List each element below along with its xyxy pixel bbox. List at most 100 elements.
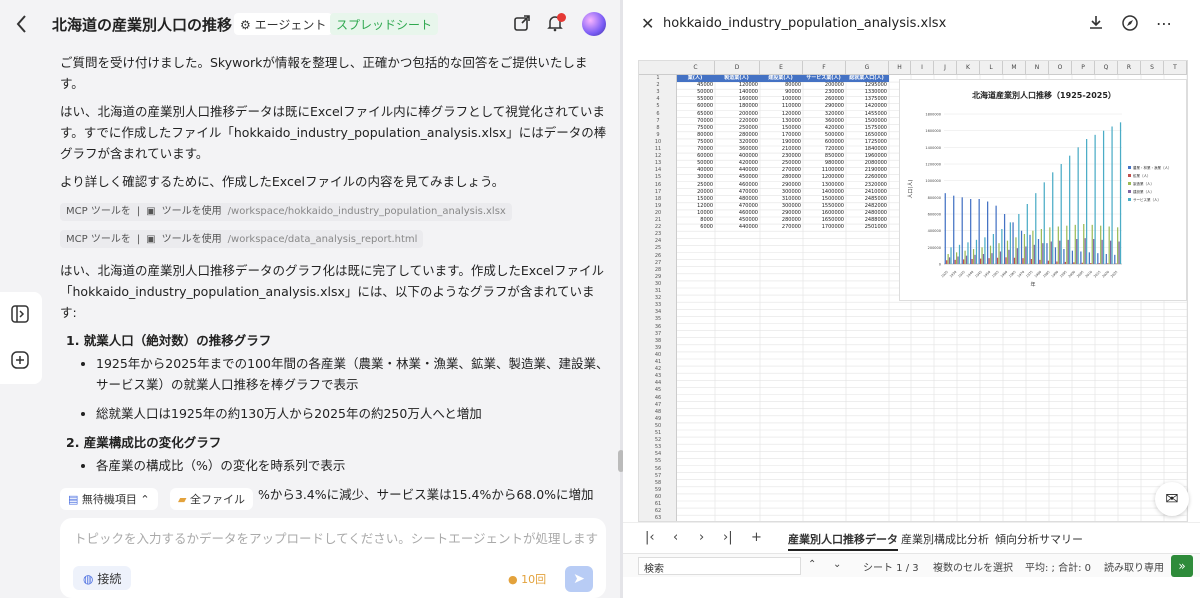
table-cell[interactable]: 200000 xyxy=(803,82,846,89)
panel-toggle-icon[interactable] xyxy=(10,304,30,324)
column-header[interactable]: D xyxy=(715,61,760,75)
table-cell[interactable]: 40000 xyxy=(677,167,715,174)
table-cell[interactable]: 1960000 xyxy=(846,153,889,160)
table-cell[interactable]: 500000 xyxy=(803,132,846,139)
table-cell[interactable]: 230000 xyxy=(760,153,803,160)
table-cell[interactable]: 120000 xyxy=(715,82,760,89)
table-cell[interactable]: 170000 xyxy=(760,132,803,139)
row-header[interactable]: 41 xyxy=(639,359,677,366)
table-cell[interactable]: 30000 xyxy=(677,174,715,181)
table-cell[interactable]: 65000 xyxy=(677,111,715,118)
table-cell[interactable]: 120000 xyxy=(760,111,803,118)
table-cell[interactable]: 290000 xyxy=(760,210,803,217)
column-header[interactable]: K xyxy=(957,61,980,75)
table-cell[interactable]: 270000 xyxy=(760,224,803,231)
table-cell[interactable]: 50000 xyxy=(677,89,715,96)
expand-button[interactable]: » xyxy=(1171,555,1193,577)
table-cell[interactable]: 210000 xyxy=(760,146,803,153)
row-header[interactable]: 61 xyxy=(639,501,677,508)
table-cell[interactable]: 1100000 xyxy=(803,167,846,174)
table-cell[interactable]: 2485000 xyxy=(846,196,889,203)
table-cell[interactable]: 45000 xyxy=(677,82,715,89)
table-cell[interactable]: 360000 xyxy=(715,146,760,153)
table-cell[interactable]: 8000 xyxy=(677,217,715,224)
table-cell[interactable]: 150000 xyxy=(760,125,803,132)
table-cell[interactable]: 1650000 xyxy=(846,132,889,139)
table-cell[interactable]: 320000 xyxy=(803,111,846,118)
avatar[interactable] xyxy=(582,12,606,36)
table-cell[interactable]: 80000 xyxy=(677,132,715,139)
row-header[interactable]: 13 xyxy=(639,160,677,167)
row-header[interactable]: 26 xyxy=(639,253,677,260)
column-header[interactable]: J xyxy=(934,61,957,75)
add-sheet-icon[interactable]: + xyxy=(751,530,762,545)
table-cell[interactable]: 190000 xyxy=(760,139,803,146)
table-cell[interactable]: 460000 xyxy=(715,182,760,189)
table-cell[interactable]: 70000 xyxy=(677,118,715,125)
table-cell[interactable]: 建設業(人) xyxy=(760,75,803,82)
row-header[interactable]: 1 xyxy=(639,75,677,82)
row-header[interactable]: 59 xyxy=(639,487,677,494)
table-cell[interactable]: 440000 xyxy=(715,224,760,231)
tab-sheet-2[interactable]: 産業別構成比分析 xyxy=(901,531,989,547)
chat-input[interactable]: トピックを入力するかデータをアップロードしてください。シートエージェントが処理し… xyxy=(74,528,598,547)
table-cell[interactable]: 2320000 xyxy=(846,182,889,189)
column-header[interactable]: M xyxy=(1003,61,1026,75)
download-icon[interactable] xyxy=(1087,14,1105,36)
more-icon[interactable]: ⋯ xyxy=(1156,14,1172,33)
row-header[interactable]: 14 xyxy=(639,167,677,174)
table-cell[interactable]: 70000 xyxy=(677,146,715,153)
row-header[interactable]: 21 xyxy=(639,217,677,224)
column-header[interactable]: Q xyxy=(1095,61,1118,75)
connect-button[interactable]: ◍ 接続 xyxy=(73,566,132,590)
row-header[interactable]: 40 xyxy=(639,352,677,359)
table-cell[interactable]: サービス業(人) xyxy=(803,75,846,82)
table-cell[interactable]: 2482000 xyxy=(846,203,889,210)
spreadsheet-tag[interactable]: スプレッドシート xyxy=(330,13,439,35)
table-cell[interactable]: 1455000 xyxy=(846,111,889,118)
table-cell[interactable]: 業(人) xyxy=(677,75,715,82)
table-cell[interactable]: 720000 xyxy=(803,146,846,153)
table-cell[interactable]: 1420000 xyxy=(846,103,889,110)
table-cell[interactable]: 260000 xyxy=(803,96,846,103)
row-header[interactable]: 52 xyxy=(639,437,677,444)
spreadsheet-view[interactable]: CDEFGHIJKLMNOPQRST 1 2 3 4 5 6 7 8 9 10 11 12 13 14 15… xyxy=(638,60,1188,522)
row-header[interactable]: 2 xyxy=(639,82,677,89)
row-header[interactable]: 7 xyxy=(639,118,677,125)
table-cell[interactable]: 1330000 xyxy=(846,89,889,96)
column-header[interactable]: P xyxy=(1072,61,1095,75)
table-cell[interactable]: 1295000 xyxy=(846,82,889,89)
table-cell[interactable]: 1700000 xyxy=(803,224,846,231)
table-cell[interactable]: 1840000 xyxy=(846,146,889,153)
chat-bubble-button[interactable]: ✉ xyxy=(1155,482,1189,516)
table-cell[interactable]: 2080000 xyxy=(846,160,889,167)
row-header[interactable]: 57 xyxy=(639,473,677,480)
table-cell[interactable]: 250000 xyxy=(715,125,760,132)
table-cell[interactable]: 総就業人口(人) xyxy=(846,75,889,82)
row-header[interactable]: 37 xyxy=(639,331,677,338)
row-header[interactable]: 33 xyxy=(639,302,677,309)
table-cell[interactable]: 980000 xyxy=(803,160,846,167)
row-header[interactable]: 46 xyxy=(639,395,677,402)
table-cell[interactable]: 270000 xyxy=(760,167,803,174)
row-header[interactable]: 25 xyxy=(639,245,677,252)
search-input[interactable]: 検索 xyxy=(638,557,801,575)
table-cell[interactable]: 1600000 xyxy=(803,210,846,217)
table-cell[interactable]: 450000 xyxy=(715,174,760,181)
table-cell[interactable]: 15000 xyxy=(677,196,715,203)
embedded-chart[interactable]: 北海道産業別人口推移（1925-2025） 0 200000 400000 600000… xyxy=(899,79,1187,301)
last-sheet-icon[interactable]: ›| xyxy=(723,530,733,545)
send-button[interactable]: ➤ xyxy=(565,566,593,592)
next-sheet-icon[interactable]: › xyxy=(699,530,704,545)
column-header[interactable]: C xyxy=(677,61,715,75)
table-cell[interactable]: 470000 xyxy=(715,189,760,196)
row-header[interactable]: 10 xyxy=(639,139,677,146)
table-cell[interactable]: 290000 xyxy=(803,103,846,110)
row-header[interactable]: 60 xyxy=(639,494,677,501)
row-header[interactable]: 6 xyxy=(639,111,677,118)
pending-items-chip[interactable]: ▤ 無待機項目 ⌃ xyxy=(60,488,158,510)
agent-tag[interactable]: ⚙ エージェント xyxy=(234,13,333,35)
row-header[interactable]: 44 xyxy=(639,380,677,387)
table-cell[interactable]: 140000 xyxy=(715,89,760,96)
table-cell[interactable]: 55000 xyxy=(677,96,715,103)
